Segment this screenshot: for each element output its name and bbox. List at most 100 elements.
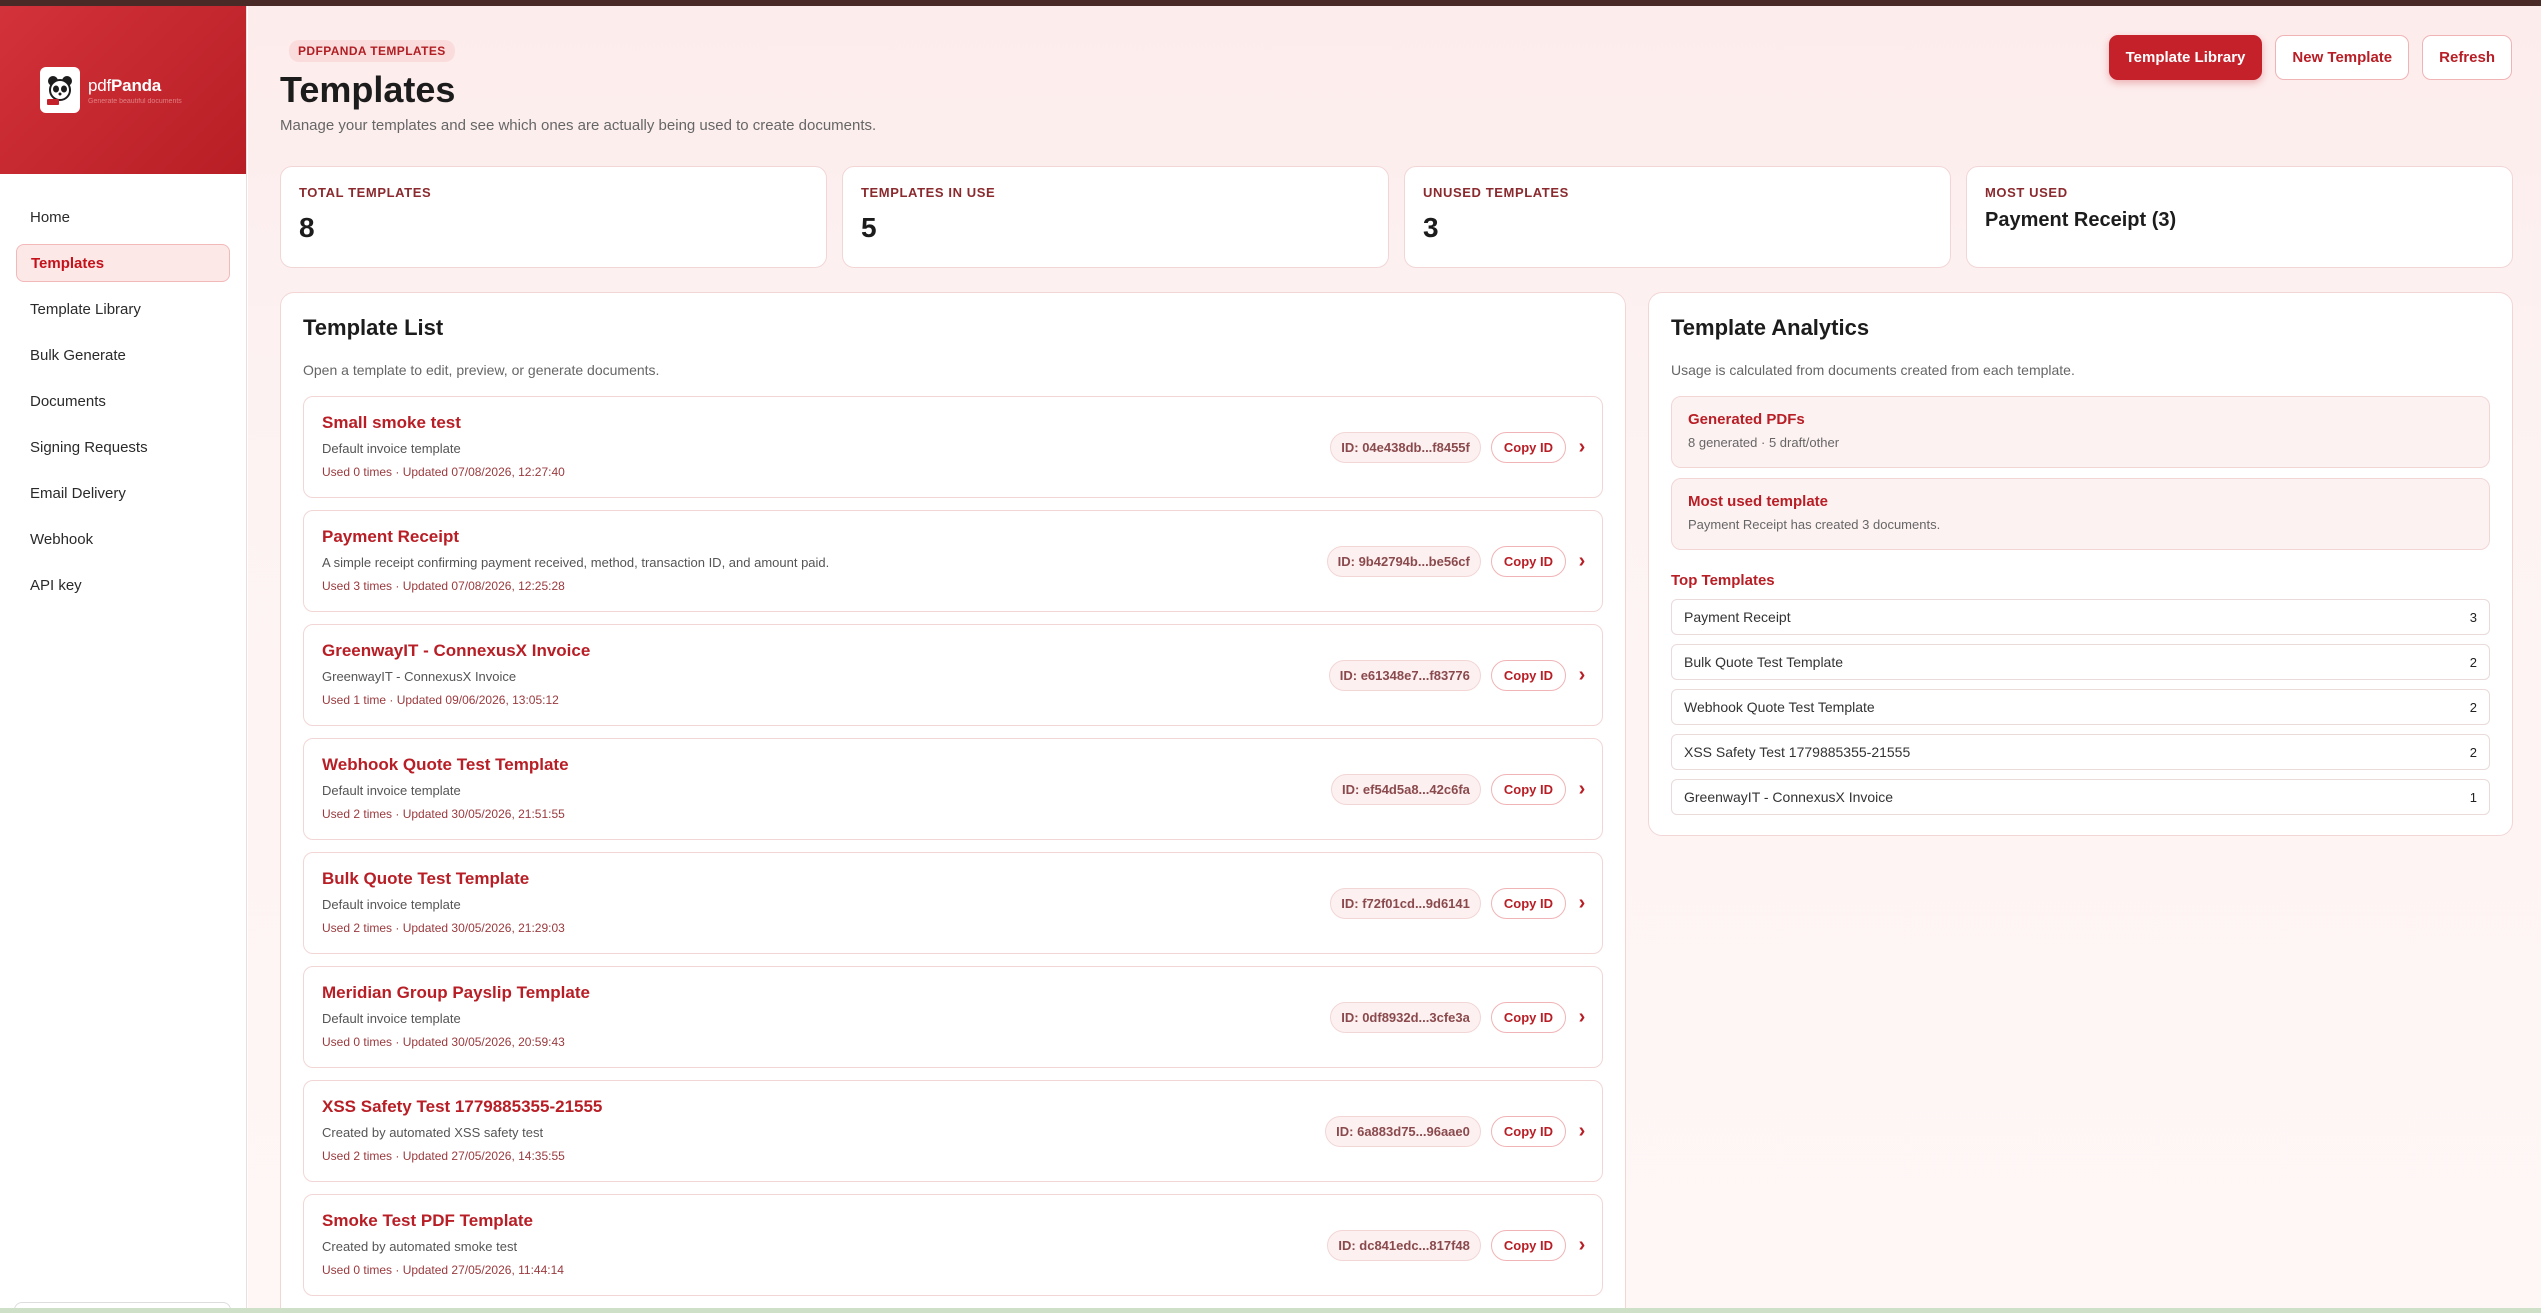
top-template-name: Payment Receipt	[1684, 609, 1791, 625]
top-template-name: Webhook Quote Test Template	[1684, 699, 1875, 715]
header-actions: Template Library New Template Refresh	[2108, 35, 2512, 80]
copy-id-button[interactable]: Copy ID	[1490, 659, 1566, 691]
template-row-actions: ID: 9b42794b...be56cf Copy ID ›	[1326, 511, 1588, 611]
top-template-row[interactable]: GreenwayIT - ConnexusX Invoice 1	[1671, 779, 2490, 815]
copy-id-button[interactable]: Copy ID	[1490, 545, 1566, 577]
copy-id-button[interactable]: Copy ID	[1490, 431, 1566, 463]
stat-label: MOST USED	[1985, 185, 2068, 200]
stat-value: Payment Receipt (3)	[1985, 209, 2177, 231]
stat-label: TEMPLATES IN USE	[861, 185, 996, 200]
top-template-count: 3	[2469, 609, 2477, 625]
brand-name: pdfPanda	[88, 76, 182, 96]
template-row[interactable]: XSS Safety Test 1779885355-21555 Created…	[303, 1080, 1603, 1182]
top-template-row[interactable]: XSS Safety Test 1779885355-21555 2	[1671, 734, 2490, 770]
sidebar-item-documents[interactable]: Documents	[16, 382, 230, 420]
template-row[interactable]: Small smoke test Default invoice templat…	[303, 396, 1603, 498]
copy-id-button[interactable]: Copy ID	[1490, 773, 1566, 805]
window-bottom-bar	[0, 1308, 2541, 1313]
sidebar: pdfPanda Generate beautiful documents Ho…	[0, 6, 247, 1313]
copy-id-button[interactable]: Copy ID	[1490, 1115, 1566, 1147]
stat-label: UNUSED TEMPLATES	[1423, 185, 1569, 200]
stats-row: TOTAL TEMPLATES 8 TEMPLATES IN USE 5 UNU…	[280, 166, 2513, 268]
sidebar-item-webhook[interactable]: Webhook	[16, 520, 230, 558]
top-templates-list: Payment Receipt 3 Bulk Quote Test Templa…	[1671, 599, 2490, 815]
copy-id-button[interactable]: Copy ID	[1490, 1229, 1566, 1261]
most-used-title: Most used template	[1688, 493, 1829, 510]
sidebar-item-bulk-generate[interactable]: Bulk Generate	[16, 336, 230, 374]
sidebar-item-templates[interactable]: Templates	[16, 244, 230, 282]
chevron-right-icon[interactable]: ›	[1576, 664, 1588, 687]
top-template-name: Bulk Quote Test Template	[1684, 654, 1844, 670]
template-library-button[interactable]: Template Library	[2108, 35, 2263, 80]
chevron-right-icon[interactable]: ›	[1576, 1120, 1588, 1143]
analytics-subtitle: Usage is calculated from documents creat…	[1671, 362, 2075, 378]
copy-id-button[interactable]: Copy ID	[1490, 1001, 1566, 1033]
stat-value: 8	[299, 212, 315, 243]
template-row-actions: ID: f72f01cd...9d6141 Copy ID ›	[1330, 853, 1588, 953]
chevron-right-icon[interactable]: ›	[1576, 550, 1588, 573]
sidebar-item-email-delivery[interactable]: Email Delivery	[16, 474, 230, 512]
template-row-actions: ID: dc841edc...817f48 Copy ID ›	[1327, 1195, 1588, 1295]
chevron-right-icon[interactable]: ›	[1576, 778, 1588, 801]
template-list-panel: Template List Open a template to edit, p…	[280, 292, 1626, 1308]
template-id-badge: ID: 0df8932d...3cfe3a	[1330, 1001, 1481, 1033]
template-row[interactable]: Payment Receipt A simple receipt confirm…	[303, 510, 1603, 612]
sidebar-item-api-key[interactable]: API key	[16, 566, 230, 604]
stat-card-most-used: MOST USED Payment Receipt (3)	[1966, 166, 2513, 268]
top-template-row[interactable]: Bulk Quote Test Template 2	[1671, 644, 2490, 680]
template-id-badge: ID: 6a883d75...96aae0	[1325, 1115, 1481, 1147]
brand-tagline: Generate beautiful documents	[88, 97, 182, 105]
stat-value: 5	[861, 212, 877, 243]
sidebar-nav: Home Templates Template Library Bulk Gen…	[0, 174, 246, 604]
template-row[interactable]: Webhook Quote Test Template Default invo…	[303, 738, 1603, 840]
template-id-badge: ID: dc841edc...817f48	[1327, 1229, 1481, 1261]
template-row-actions: ID: ef54d5a8...42c6fa Copy ID ›	[1330, 739, 1588, 839]
top-template-count: 2	[2469, 654, 2477, 670]
template-row[interactable]: Meridian Group Payslip Template Default …	[303, 966, 1603, 1068]
main-content: PDFPANDA TEMPLATES Templates Manage your…	[248, 6, 2541, 1308]
template-id-badge: ID: 04e438db...f8455f	[1330, 431, 1481, 463]
stat-card-total: TOTAL TEMPLATES 8	[280, 166, 827, 268]
template-row-actions: ID: 04e438db...f8455f Copy ID ›	[1330, 397, 1588, 497]
template-row-actions: ID: 6a883d75...96aae0 Copy ID ›	[1325, 1081, 1588, 1181]
chevron-right-icon[interactable]: ›	[1576, 436, 1588, 459]
sidebar-item-home[interactable]: Home	[16, 198, 230, 236]
refresh-button[interactable]: Refresh	[2422, 35, 2512, 80]
top-template-row[interactable]: Webhook Quote Test Template 2	[1671, 689, 2490, 725]
new-template-button[interactable]: New Template	[2275, 35, 2410, 80]
page-eyebrow: PDFPANDA TEMPLATES	[289, 40, 455, 62]
top-template-row[interactable]: Payment Receipt 3	[1671, 599, 2490, 635]
top-template-count: 2	[2469, 699, 2477, 715]
template-row-actions: ID: 0df8932d...3cfe3a Copy ID ›	[1330, 967, 1588, 1067]
brand-name-prefix: pdf	[88, 75, 112, 95]
chevron-right-icon[interactable]: ›	[1576, 1006, 1588, 1029]
stat-card-in-use: TEMPLATES IN USE 5	[842, 166, 1389, 268]
copy-id-button[interactable]: Copy ID	[1490, 887, 1566, 919]
template-id-badge: ID: ef54d5a8...42c6fa	[1330, 773, 1481, 805]
template-row[interactable]: Bulk Quote Test Template Default invoice…	[303, 852, 1603, 954]
most-used-template-card: Most used template Payment Receipt has c…	[1671, 478, 2490, 550]
top-templates-title: Top Templates	[1671, 572, 1775, 589]
panda-logo-icon[interactable]	[40, 67, 80, 113]
generated-pdfs-text: 8 generated · 5 draft/other	[1688, 435, 1840, 450]
template-analytics-panel: Template Analytics Usage is calculated f…	[1648, 292, 2513, 836]
sidebar-item-template-library[interactable]: Template Library	[16, 290, 230, 328]
template-list-title: Template List	[303, 315, 444, 340]
template-list: Small smoke test Default invoice templat…	[303, 396, 1603, 1296]
top-template-name: XSS Safety Test 1779885355-21555	[1684, 744, 1911, 760]
analytics-title: Template Analytics	[1671, 315, 1870, 340]
template-row[interactable]: Smoke Test PDF Template Created by autom…	[303, 1194, 1603, 1296]
stat-label: TOTAL TEMPLATES	[299, 185, 432, 200]
brand-text: pdfPanda Generate beautiful documents	[88, 76, 182, 105]
chevron-right-icon[interactable]: ›	[1576, 892, 1588, 915]
template-id-badge: ID: 9b42794b...be56cf	[1326, 545, 1481, 577]
chevron-right-icon[interactable]: ›	[1576, 1234, 1588, 1257]
top-template-count: 2	[2469, 744, 2477, 760]
template-row[interactable]: GreenwayIT - ConnexusX Invoice GreenwayI…	[303, 624, 1603, 726]
brand-header: pdfPanda Generate beautiful documents	[0, 6, 246, 174]
page-subtitle: Manage your templates and see which ones…	[280, 117, 877, 134]
page-title: Templates	[280, 69, 456, 110]
stat-card-unused: UNUSED TEMPLATES 3	[1404, 166, 1951, 268]
sidebar-item-signing-requests[interactable]: Signing Requests	[16, 428, 230, 466]
brand-name-suffix: Panda	[111, 75, 162, 95]
